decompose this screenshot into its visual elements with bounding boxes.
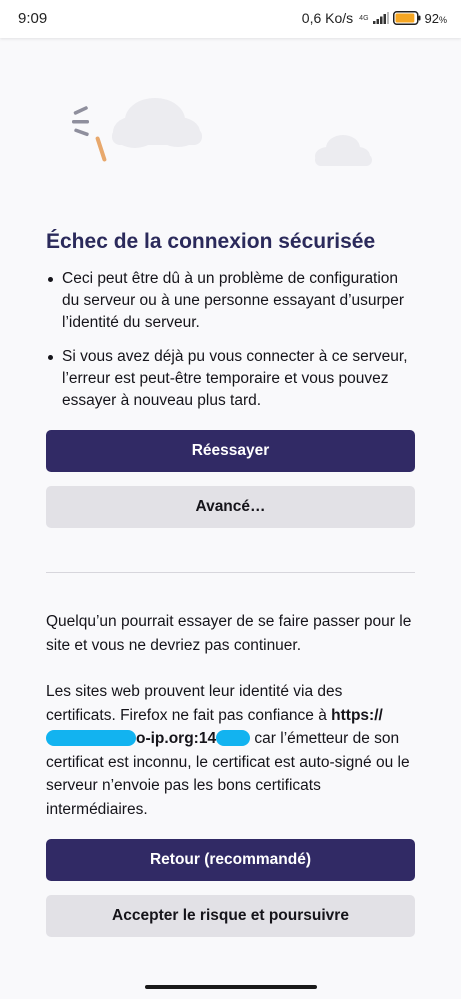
network-type-badge: 4G xyxy=(359,15,368,22)
accept-risk-button[interactable]: Accepter le risque et poursuivre xyxy=(46,895,415,937)
advanced-button[interactable]: Avancé… xyxy=(46,486,415,528)
page-title: Échec de la connexion sécurisée xyxy=(46,230,376,253)
retry-button[interactable]: Réessayer xyxy=(46,430,415,472)
status-bar: 9:09 0,6 Ko/s 4G 92% xyxy=(0,0,461,38)
error-reason-item: Si vous avez déjà pu vous connecter à ce… xyxy=(48,346,415,412)
home-indicator[interactable] xyxy=(145,985,317,989)
error-illustration xyxy=(72,98,372,166)
certificate-url-domain: o-ip.org:14 xyxy=(136,730,217,747)
impersonation-warning-text: Quelqu’un pourrait essayer de se faire p… xyxy=(46,613,412,654)
cloud-large-icon xyxy=(112,98,202,148)
signal-strength-icon xyxy=(372,12,389,24)
status-time: 9:09 xyxy=(18,10,48,27)
battery-percentage-value: 92 xyxy=(424,10,439,26)
status-indicators: 0,6 Ko/s 4G 92% xyxy=(302,10,447,26)
battery-percentage: 92% xyxy=(425,11,447,26)
certificate-text-before: Les sites web prouvent leur identité via… xyxy=(46,683,343,724)
redaction-mark xyxy=(46,730,136,746)
network-speed: 0,6 Ko/s xyxy=(301,10,354,26)
error-reason-item: Ceci peut être dû à un problème de confi… xyxy=(48,268,415,334)
redaction-mark xyxy=(216,730,251,746)
error-content: Échec de la connexion sécurisée Ceci peu… xyxy=(46,230,415,424)
broken-plug-icon xyxy=(72,106,107,162)
error-reasons-list: Ceci peut être dû à un problème de confi… xyxy=(46,268,415,412)
cloud-small-icon xyxy=(315,135,372,166)
go-back-button[interactable]: Retour (recommandé) xyxy=(46,839,415,881)
battery-icon xyxy=(392,11,421,25)
network-type-label: 4G xyxy=(359,14,369,22)
battery-percentage-unit: % xyxy=(438,14,447,25)
certificate-explanation: Les sites web prouvent leur identité via… xyxy=(46,680,415,821)
section-divider xyxy=(46,572,415,573)
certificate-url-prefix: https:// xyxy=(331,706,383,724)
